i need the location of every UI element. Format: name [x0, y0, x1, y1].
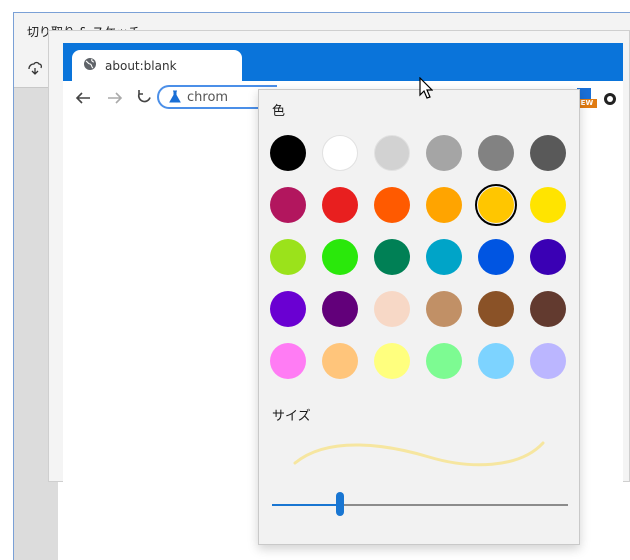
color-swatch[interactable]	[270, 135, 306, 171]
color-swatch[interactable]	[374, 291, 410, 327]
size-slider-track[interactable]	[272, 504, 568, 506]
color-swatch[interactable]	[270, 291, 306, 327]
color-label: 色	[272, 104, 286, 119]
color-swatch[interactable]	[478, 135, 514, 171]
color-swatch[interactable]	[270, 239, 306, 275]
profile-icon[interactable]	[603, 91, 617, 110]
color-swatch[interactable]	[530, 239, 566, 275]
color-palette	[270, 135, 570, 395]
size-label: サイズ	[272, 409, 311, 424]
color-swatch[interactable]	[530, 187, 566, 223]
browser-tab-strip: about:blank	[63, 43, 623, 81]
color-swatch[interactable]	[530, 135, 566, 171]
color-swatch[interactable]	[270, 343, 306, 379]
color-swatch[interactable]	[270, 187, 306, 223]
browser-tab-title: about:blank	[105, 58, 177, 73]
mouse-pointer-icon	[419, 77, 433, 99]
color-swatch[interactable]	[374, 343, 410, 379]
color-swatch[interactable]	[478, 343, 514, 379]
color-swatch[interactable]	[475, 184, 517, 226]
reload-icon[interactable]	[136, 89, 153, 110]
color-swatch[interactable]	[426, 187, 462, 223]
size-preview-stroke	[293, 441, 545, 467]
color-swatch[interactable]	[322, 239, 358, 275]
color-swatch[interactable]	[322, 291, 358, 327]
flask-icon	[169, 88, 181, 107]
color-swatch[interactable]	[426, 291, 462, 327]
color-swatch[interactable]	[374, 239, 410, 275]
color-swatch[interactable]	[374, 187, 410, 223]
pen-settings-flyout: 色 サイズ	[258, 89, 580, 545]
color-swatch[interactable]	[322, 343, 358, 379]
color-swatch[interactable]	[426, 135, 462, 171]
omnibox-text: chrom	[187, 89, 229, 105]
back-arrow-icon[interactable]	[75, 90, 91, 110]
color-swatch[interactable]	[426, 239, 462, 275]
color-swatch[interactable]	[426, 343, 462, 379]
color-swatch[interactable]	[478, 291, 514, 327]
size-slider-fill	[272, 504, 341, 506]
size-slider-thumb[interactable]	[336, 492, 345, 516]
globe-icon	[83, 56, 97, 75]
new-snip-icon	[26, 58, 44, 76]
browser-tab[interactable]: about:blank	[72, 50, 242, 81]
color-swatch[interactable]	[322, 135, 358, 171]
color-swatch[interactable]	[374, 135, 410, 171]
color-swatch[interactable]	[530, 291, 566, 327]
color-swatch[interactable]	[530, 343, 566, 379]
color-swatch[interactable]	[478, 239, 514, 275]
color-swatch[interactable]	[322, 187, 358, 223]
forward-arrow-icon[interactable]	[107, 90, 123, 110]
